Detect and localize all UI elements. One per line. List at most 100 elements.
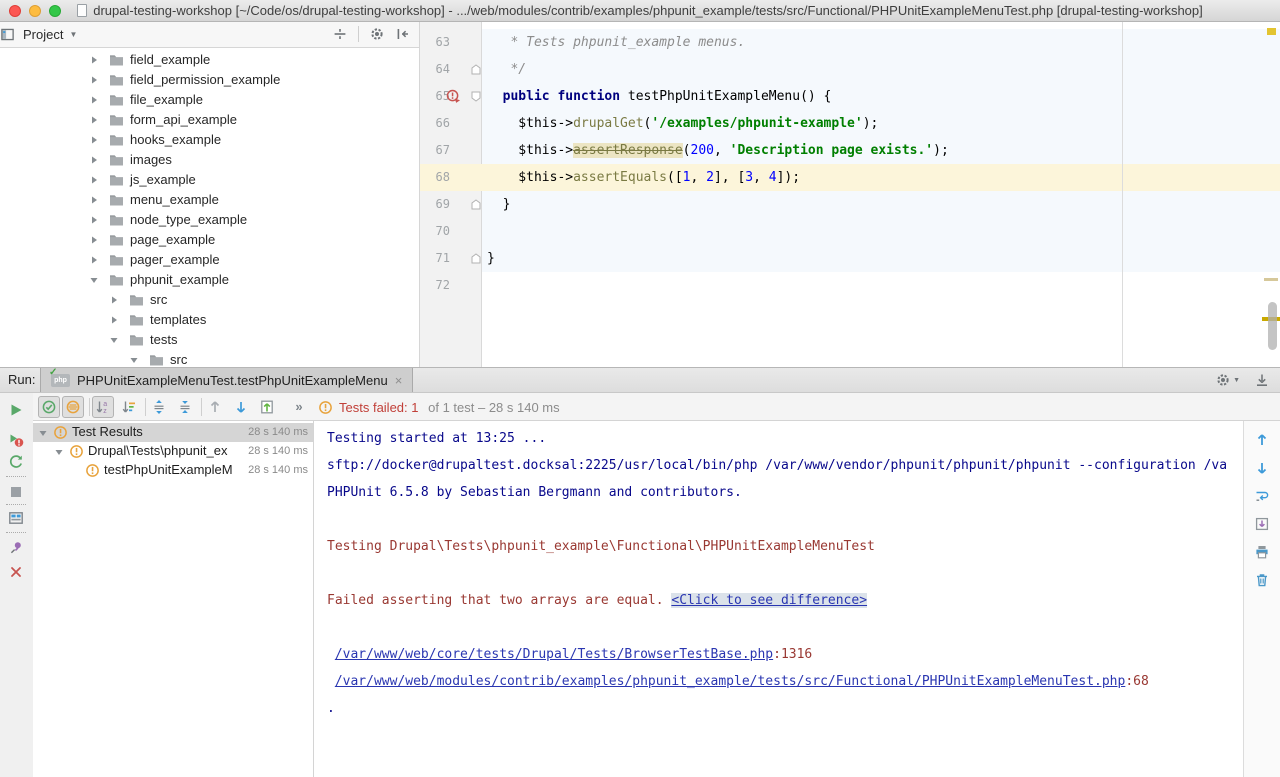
project-tree-item[interactable]: tests [0,330,419,350]
code-line: 68 $this->assertEquals([1, 2], [3, 4]); [420,164,1280,191]
project-tree-item[interactable]: hooks_example [0,130,419,150]
more-chevrons-button[interactable]: » [288,396,310,418]
toggle-auto-test-button[interactable] [8,454,24,470]
project-tree-item[interactable]: src [0,290,419,310]
hide-panel-icon[interactable] [395,26,411,42]
clear-all-button[interactable] [1254,572,1270,588]
chevron-right-icon[interactable] [89,255,99,265]
chevron-down-icon[interactable] [109,335,119,345]
stop-button[interactable] [8,484,24,500]
chevron-right-icon[interactable] [109,295,119,305]
chevron-down-icon[interactable] [54,447,64,457]
toolbar-separator [89,398,90,416]
project-tree-item-label: page_example [130,232,215,247]
show-passed-button[interactable] [38,396,60,418]
chevron-right-icon[interactable] [89,135,99,145]
soft-wrap-button[interactable] [1254,488,1270,504]
project-tree-item[interactable]: page_example [0,230,419,250]
chevron-right-icon[interactable] [89,215,99,225]
close-button[interactable] [8,564,24,580]
print-button[interactable] [1254,544,1270,560]
code-line-text: */ [482,56,1280,83]
chevron-right-icon[interactable] [89,115,99,125]
chevron-down-icon[interactable] [129,355,139,365]
chevron-right-icon[interactable] [89,155,99,165]
test-result-row[interactable]: Drupal\Tests\phpunit_ex28 s 140 ms [33,442,313,461]
code-line-text: $this->drupalGet('/examples/phpunit-exam… [482,110,1280,137]
close-window-button[interactable] [9,5,21,17]
editor-scrollbar[interactable] [1268,302,1277,350]
close-tab-icon[interactable]: × [395,373,403,388]
project-tree-item[interactable]: js_example [0,170,419,190]
line-number: 66 [420,110,450,137]
project-panel-header[interactable]: Project ▼ [0,22,419,48]
console-link[interactable]: <Click to see difference> [671,593,867,608]
chevron-down-icon[interactable] [38,428,48,438]
chevron-right-icon[interactable] [89,175,99,185]
gutter-cell: 68 [420,164,482,191]
toolbar-separator [201,398,202,416]
fold-marker-icon[interactable] [471,199,481,210]
project-tree-item[interactable]: menu_example [0,190,419,210]
show-ignored-button[interactable] [62,396,84,418]
console-line [327,560,1243,587]
settings-button[interactable]: ▼ [1215,372,1240,388]
test-result-row[interactable]: testPhpUnitExampleM28 s 140 ms [33,461,313,480]
project-tree-item[interactable]: pager_example [0,250,419,270]
restore-layout-button[interactable] [8,510,24,526]
previous-failed-test-button[interactable] [204,396,226,418]
fold-marker-icon[interactable] [471,253,481,264]
chevron-right-icon[interactable] [109,315,119,325]
next-failed-test-button[interactable] [230,396,252,418]
expand-all-button[interactable] [148,396,170,418]
test-failed-icon[interactable] [446,89,461,104]
up-stack-trace-button[interactable] [1254,432,1270,448]
settings-icon[interactable] [369,26,385,42]
sort-alphabetically-button[interactable]: az [92,396,114,418]
error-stripe-mark[interactable] [1264,278,1278,281]
pin-tab-button[interactable] [8,540,24,556]
project-tree-item[interactable]: field_example [0,50,419,70]
fold-marker-icon[interactable] [471,64,481,75]
rerun-failed-tests-button[interactable] [8,432,24,448]
chevron-right-icon[interactable] [89,95,99,105]
test-duration: 28 s 140 ms [248,464,308,476]
project-tree-item[interactable]: field_permission_example [0,70,419,90]
test-result-row[interactable]: Test Results28 s 140 ms [33,423,313,442]
chevron-down-icon[interactable]: ▼ [69,30,77,39]
project-tree-item[interactable]: node_type_example [0,210,419,230]
line-number: 70 [420,218,450,245]
folder-icon [129,333,144,346]
scroll-to-end-button[interactable] [1254,516,1270,532]
project-tree-item[interactable]: form_api_example [0,110,419,130]
console-link[interactable]: /var/www/web/core/tests/Drupal/Tests/Bro… [335,647,773,662]
project-tree-item[interactable]: file_example [0,90,419,110]
down-stack-trace-button[interactable] [1254,460,1270,476]
console-link[interactable]: /var/www/web/modules/contrib/examples/ph… [335,674,1126,689]
gutter-cell: 64 [420,56,482,83]
project-tree-item-label: src [170,352,187,367]
run-tab[interactable]: php✓ PHPUnitExampleMenuTest.testPhpUnitE… [40,368,413,392]
minimize-window-button[interactable] [29,5,41,17]
scroll-from-source-icon[interactable] [332,26,348,42]
project-tree-item[interactable]: templates [0,310,419,330]
zoom-window-button[interactable] [49,5,61,17]
chevron-right-icon[interactable] [89,195,99,205]
project-tree-item[interactable]: src [0,350,419,367]
error-stripe-mark[interactable] [1267,28,1276,35]
run-button[interactable] [8,402,24,418]
chevron-right-icon[interactable] [89,55,99,65]
project-tree-item[interactable]: phpunit_example [0,270,419,290]
hide-toolwindow-button[interactable] [1254,372,1270,388]
code-line: 67 $this->assertResponse(200, 'Descripti… [420,137,1280,164]
sort-by-duration-button[interactable] [118,396,140,418]
chevron-down-icon[interactable] [89,275,99,285]
fold-marker-icon[interactable] [471,91,481,102]
project-tree-item[interactable]: images [0,150,419,170]
chevron-right-icon[interactable] [89,75,99,85]
code-line: 65 public function testPhpUnitExampleMen… [420,83,1280,110]
collapse-all-button[interactable] [174,396,196,418]
import-test-results-button[interactable] [256,396,278,418]
code-editor[interactable]: 63 * Tests phpunit_example menus.64 */65… [420,22,1280,367]
chevron-right-icon[interactable] [89,235,99,245]
